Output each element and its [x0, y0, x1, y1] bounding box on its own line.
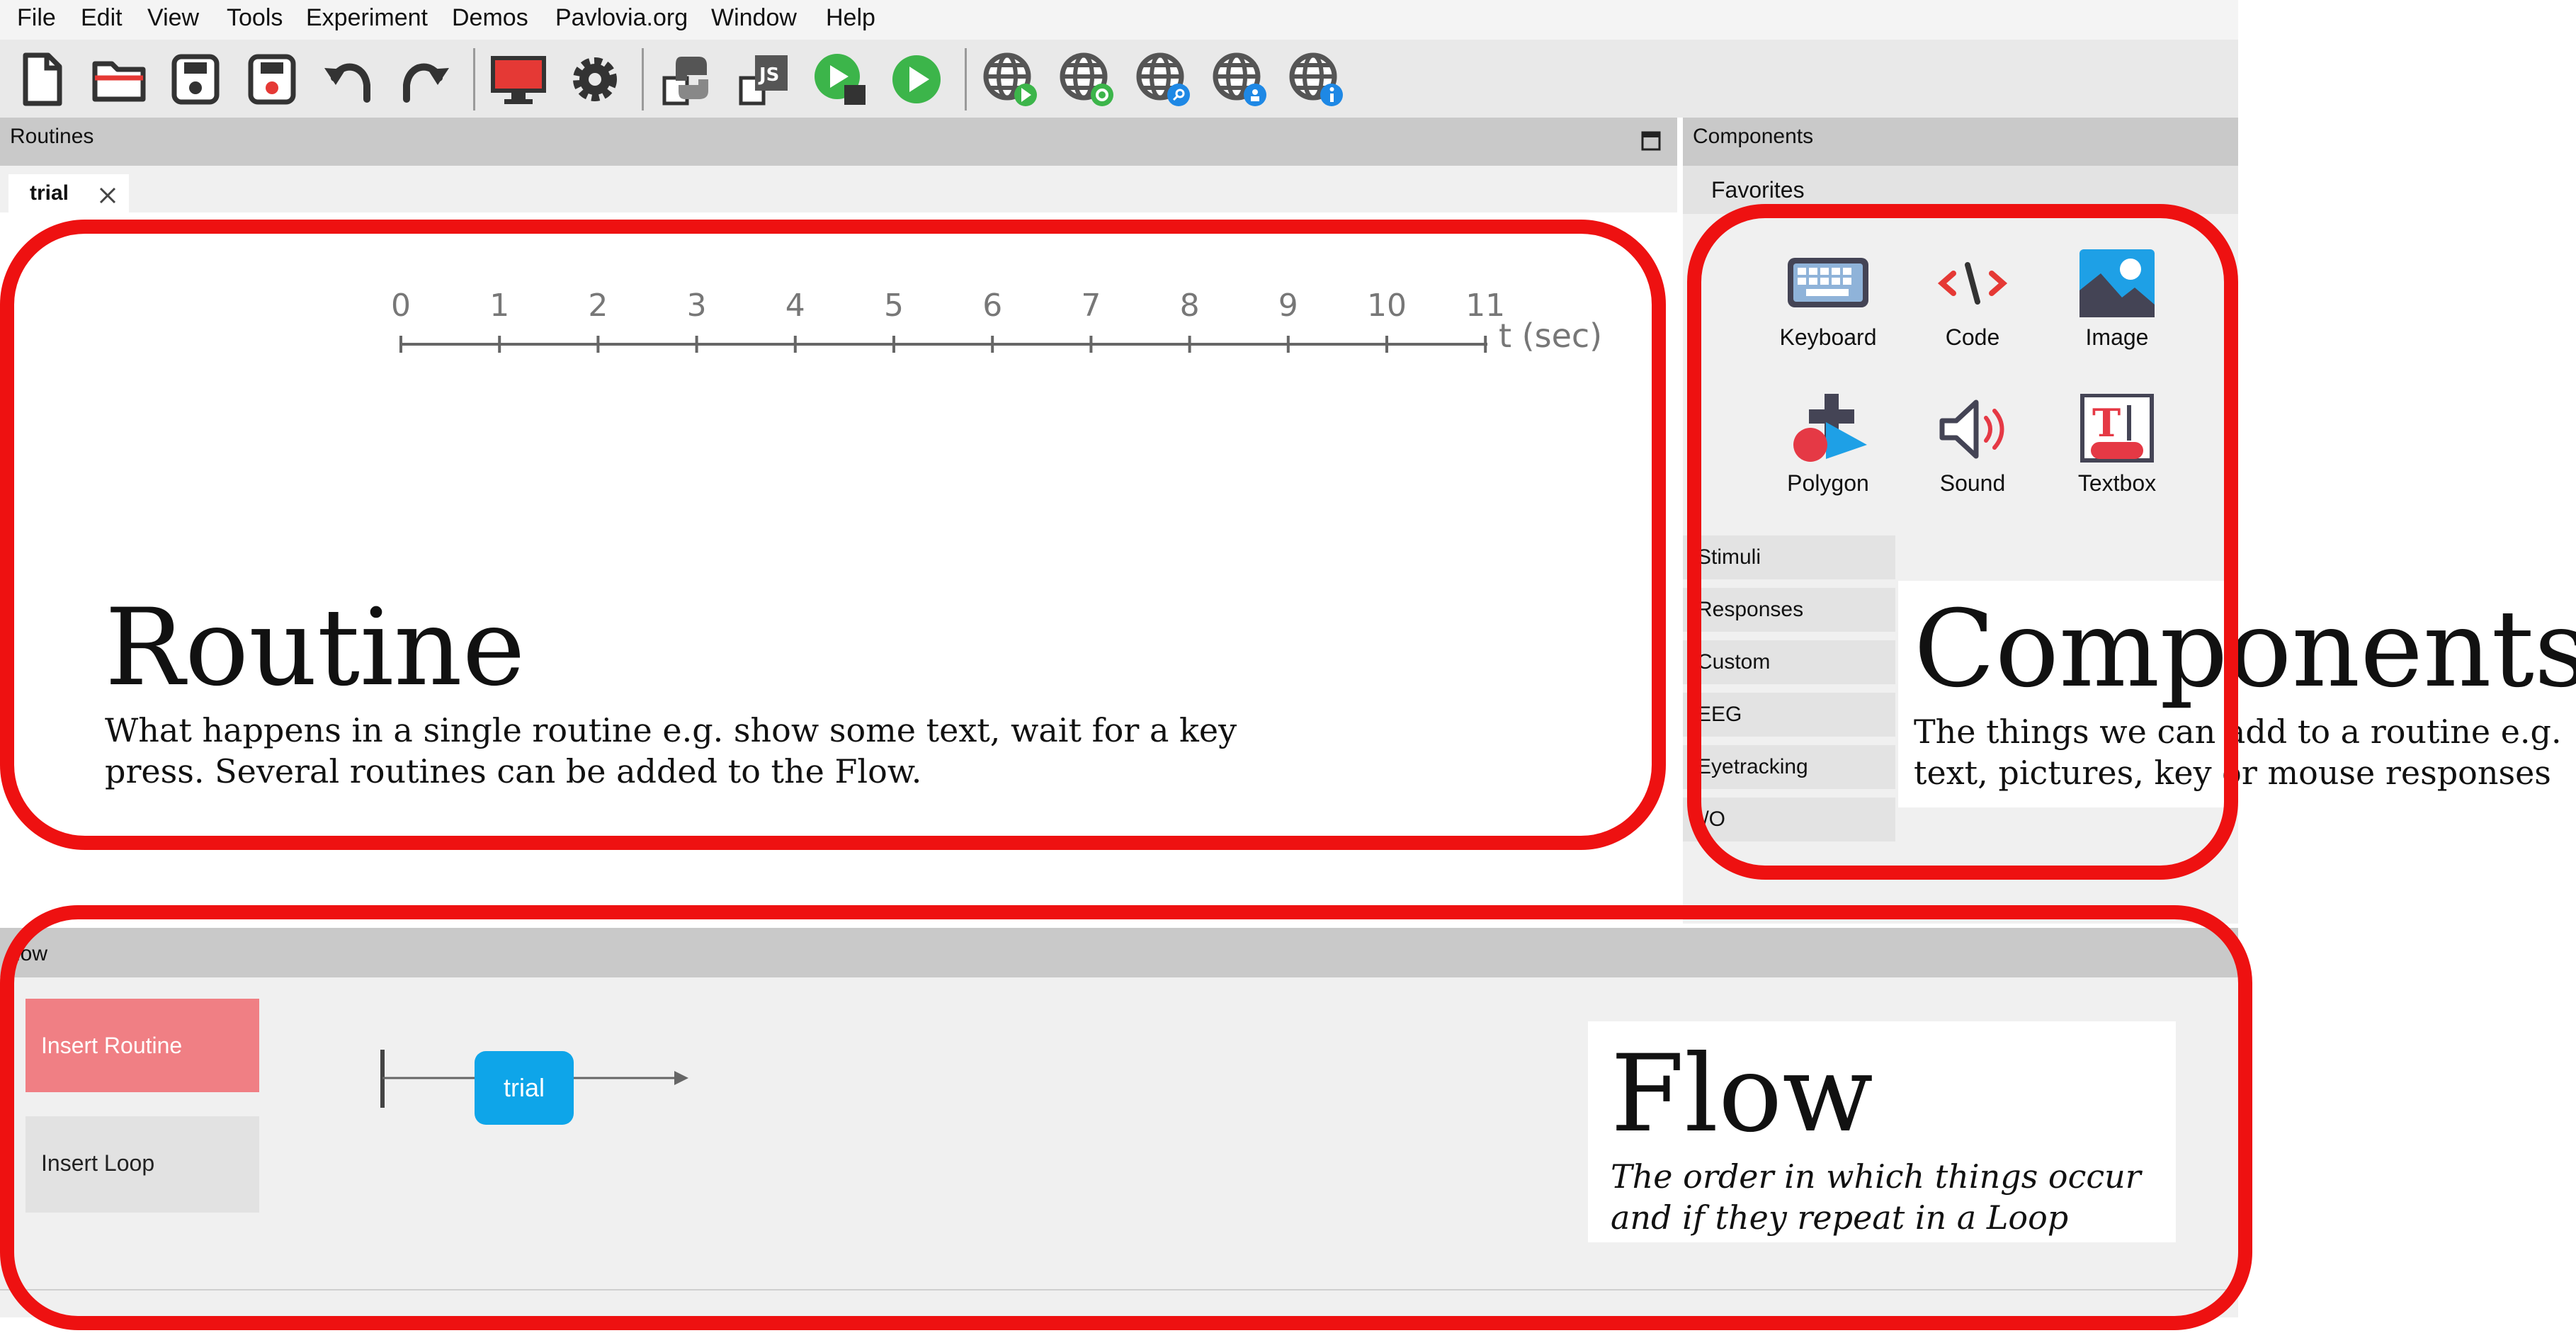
- toolbar-separator: [473, 48, 475, 110]
- save-icon[interactable]: [166, 50, 225, 109]
- tab-trial-label: trial: [30, 181, 69, 205]
- js-icon[interactable]: JS: [734, 50, 793, 109]
- menu-help[interactable]: Help: [826, 4, 875, 32]
- toolbar-separator: [642, 48, 644, 110]
- globe-run-icon[interactable]: [980, 50, 1040, 109]
- routines-panel-header: Routines: [0, 118, 1677, 166]
- menu-experiment[interactable]: Experiment: [306, 4, 428, 32]
- menu-edit[interactable]: Edit: [81, 4, 123, 32]
- redo-icon[interactable]: [395, 50, 455, 109]
- menu-window[interactable]: Window: [711, 4, 797, 32]
- close-icon[interactable]: [98, 186, 118, 205]
- undo-icon[interactable]: [319, 50, 378, 109]
- run-piloting-icon[interactable]: [810, 50, 870, 109]
- gear-icon[interactable]: [565, 50, 625, 109]
- components-highlight: [1687, 204, 2238, 880]
- flow-highlight: [0, 905, 2252, 1330]
- globe-search-icon[interactable]: [1133, 50, 1193, 109]
- toolbar: JS: [0, 40, 2238, 118]
- menu-file[interactable]: File: [17, 4, 56, 32]
- menu-bar: File Edit View Tools Experiment Demos Pa…: [0, 0, 2238, 40]
- new-file-icon[interactable]: [13, 50, 72, 109]
- tab-trial[interactable]: trial: [8, 174, 129, 212]
- globe-sync-icon[interactable]: [1057, 50, 1116, 109]
- run-icon[interactable]: [887, 50, 946, 109]
- open-folder-icon[interactable]: [89, 50, 149, 109]
- routine-highlight: [0, 220, 1666, 850]
- routines-panel-title: Routines: [10, 125, 94, 148]
- components-panel-title: Components: [1693, 125, 1814, 148]
- monitor-icon[interactable]: [489, 50, 548, 109]
- menu-demos[interactable]: Demos: [452, 4, 528, 32]
- globe-user-icon[interactable]: [1210, 50, 1269, 109]
- toolbar-separator: [965, 48, 967, 110]
- menu-pavlovia[interactable]: Pavlovia.org: [555, 4, 688, 32]
- save-as-icon[interactable]: [242, 50, 302, 109]
- svg-text:JS: JS: [758, 64, 779, 86]
- components-panel-header: Components: [1683, 118, 2238, 166]
- maximize-icon[interactable]: [1640, 130, 1662, 152]
- globe-info-icon[interactable]: [1286, 50, 1346, 109]
- python-icon[interactable]: [657, 50, 717, 109]
- menu-view[interactable]: View: [147, 4, 199, 32]
- menu-tools[interactable]: Tools: [227, 4, 283, 32]
- favorites-label: Favorites: [1711, 177, 1805, 203]
